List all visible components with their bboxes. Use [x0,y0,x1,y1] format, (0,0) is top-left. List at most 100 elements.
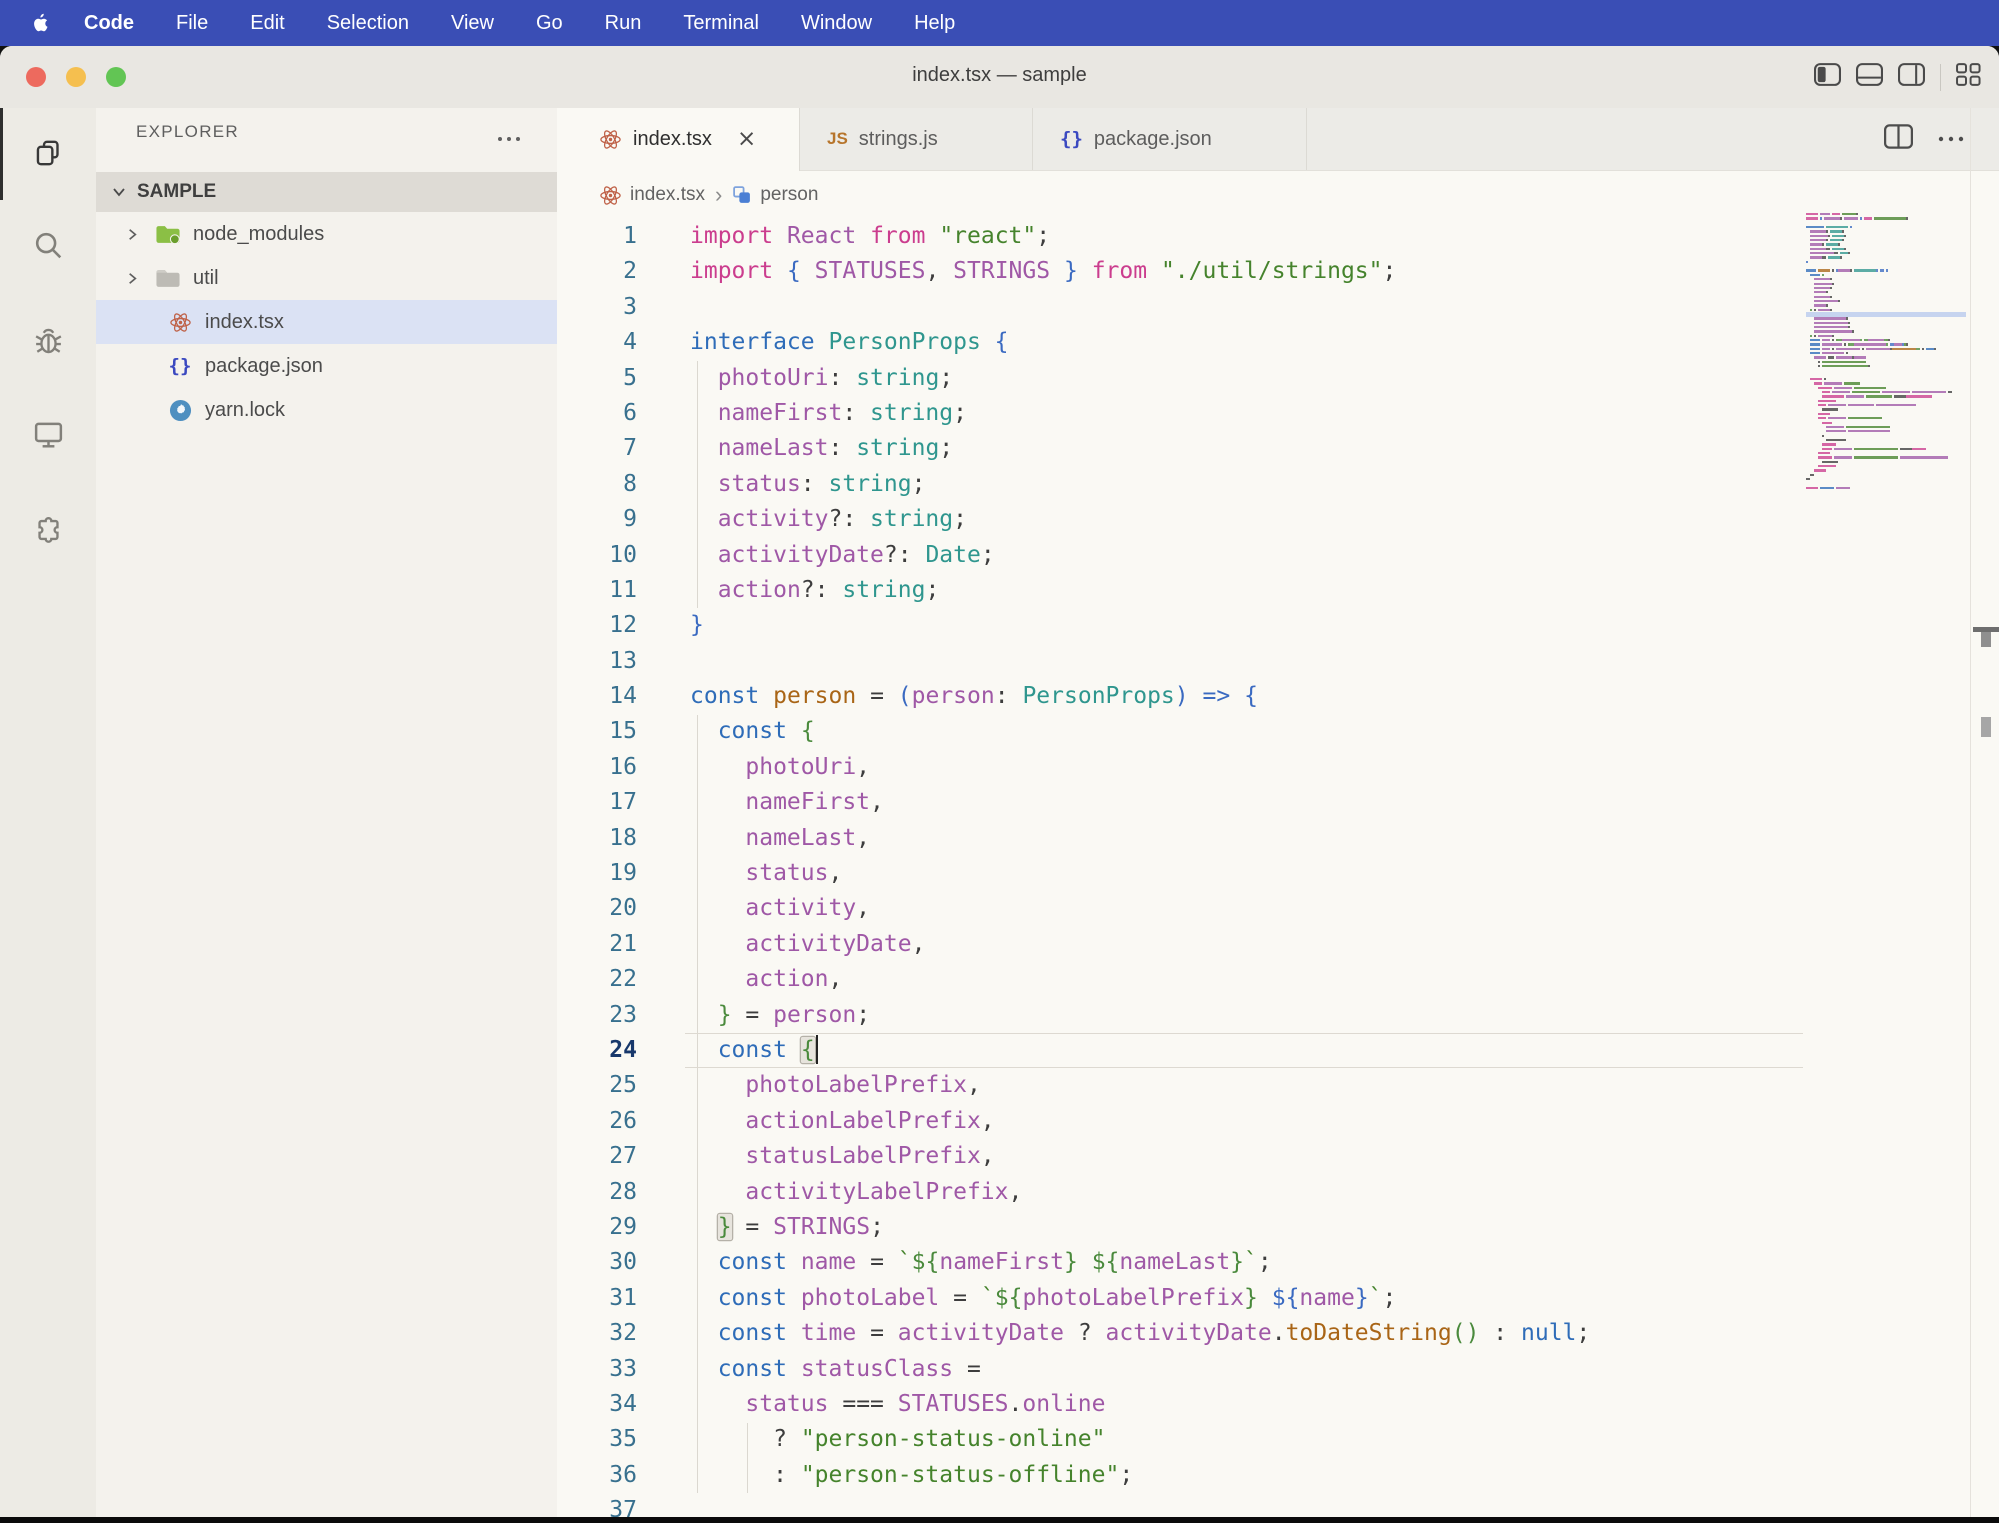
sidebar-item-yarn-lock[interactable]: yarn.lock [96,388,557,432]
toggle-panel-icon[interactable] [1856,63,1883,91]
code-line-25[interactable]: 25 photoLabelPrefix, [557,1068,1806,1103]
line-number[interactable]: 28 [557,1175,637,1210]
tab-strings-js[interactable]: JSstrings.js [800,108,1033,170]
line-number[interactable]: 25 [557,1068,637,1103]
line-number[interactable]: 27 [557,1139,637,1174]
code-line-32[interactable]: 32 const time = activityDate ? activityD… [557,1316,1806,1351]
overview-ruler[interactable] [1970,108,1999,1523]
line-number[interactable]: 22 [557,962,637,997]
menu-item-code[interactable]: Code [63,12,155,34]
code-line-33[interactable]: 33 const statusClass = [557,1352,1806,1387]
code-line-13[interactable]: 13 [557,644,1806,679]
code-line-14[interactable]: 14const person = (person: PersonProps) =… [557,679,1806,714]
code-line-28[interactable]: 28 activityLabelPrefix, [557,1175,1806,1210]
line-number[interactable]: 29 [557,1210,637,1245]
menu-item-edit[interactable]: Edit [229,12,305,34]
line-number[interactable]: 3 [557,290,637,325]
line-number[interactable]: 8 [557,467,637,502]
code-line-15[interactable]: 15 const { [557,714,1806,749]
menu-item-window[interactable]: Window [780,12,893,34]
line-number[interactable]: 18 [557,821,637,856]
code-line-18[interactable]: 18 nameLast, [557,821,1806,856]
breadcrumb-segment[interactable]: person [760,184,818,206]
code-line-12[interactable]: 12} [557,608,1806,643]
line-number[interactable]: 19 [557,856,637,891]
minimap[interactable] [1806,212,1966,494]
code-line-8[interactable]: 8 status: string; [557,467,1806,502]
close-tab-icon[interactable]: × [737,128,756,151]
extensions-icon[interactable] [24,505,72,553]
line-number[interactable]: 11 [557,573,637,608]
toggle-secondary-sidebar-icon[interactable] [1898,63,1925,91]
code-line-30[interactable]: 30 const name = `${nameFirst} ${nameLast… [557,1245,1806,1280]
search-icon[interactable] [24,221,72,269]
line-number[interactable]: 23 [557,998,637,1033]
explorer-more-actions-icon[interactable] [496,130,522,148]
code-line-24[interactable]: 24 const { [557,1033,1806,1068]
line-number[interactable]: 30 [557,1245,637,1280]
code-line-2[interactable]: 2import { STATUSES, STRINGS } from "./ut… [557,254,1806,289]
editor-more-actions-icon[interactable] [1937,130,1965,148]
code-line-7[interactable]: 7 nameLast: string; [557,431,1806,466]
breadcrumb-segment[interactable]: index.tsx [630,184,705,206]
menu-item-go[interactable]: Go [515,12,584,34]
toggle-sidebar-icon[interactable] [1814,63,1841,91]
menu-item-terminal[interactable]: Terminal [662,12,780,34]
code-line-4[interactable]: 4interface PersonProps { [557,325,1806,360]
code-line-16[interactable]: 16 photoUri, [557,750,1806,785]
code-line-19[interactable]: 19 status, [557,856,1806,891]
line-number[interactable]: 10 [557,538,637,573]
line-number[interactable]: 20 [557,891,637,926]
remote-monitor-icon[interactable] [24,410,72,458]
line-number[interactable]: 35 [557,1422,637,1457]
line-number[interactable]: 1 [557,219,637,254]
code-line-26[interactable]: 26 actionLabelPrefix, [557,1104,1806,1139]
sidebar-item-index-tsx[interactable]: index.tsx [96,300,557,344]
code-editor[interactable]: 1import React from "react";2import { STA… [557,219,1806,1523]
code-line-3[interactable]: 3 [557,290,1806,325]
code-line-11[interactable]: 11 action?: string; [557,573,1806,608]
line-number[interactable]: 6 [557,396,637,431]
menu-item-help[interactable]: Help [893,12,976,34]
sidebar-section-sample[interactable]: SAMPLE [96,172,557,212]
line-number[interactable]: 13 [557,644,637,679]
debug-icon[interactable] [24,316,72,364]
code-line-1[interactable]: 1import React from "react"; [557,219,1806,254]
line-number[interactable]: 26 [557,1104,637,1139]
line-number[interactable]: 33 [557,1352,637,1387]
line-number[interactable]: 15 [557,714,637,749]
line-number[interactable]: 31 [557,1281,637,1316]
line-number[interactable]: 7 [557,431,637,466]
code-line-6[interactable]: 6 nameFirst: string; [557,396,1806,431]
line-number[interactable]: 2 [557,254,637,289]
line-number[interactable]: 32 [557,1316,637,1351]
menu-item-file[interactable]: File [155,12,229,34]
code-line-5[interactable]: 5 photoUri: string; [557,361,1806,396]
line-number[interactable]: 36 [557,1458,637,1493]
line-number[interactable]: 9 [557,502,637,537]
sidebar-item-node-modules[interactable]: node_modules [96,212,557,256]
line-number[interactable]: 5 [557,361,637,396]
code-line-20[interactable]: 20 activity, [557,891,1806,926]
code-line-35[interactable]: 35 ? "person-status-online" [557,1422,1806,1457]
customize-layout-icon[interactable] [1956,63,1981,91]
sidebar-item-package-json[interactable]: {}package.json [96,344,557,388]
line-number[interactable]: 17 [557,785,637,820]
line-number[interactable]: 21 [557,927,637,962]
code-line-29[interactable]: 29 } = STRINGS; [557,1210,1806,1245]
code-line-17[interactable]: 17 nameFirst, [557,785,1806,820]
line-number[interactable]: 14 [557,679,637,714]
line-number[interactable]: 24 [557,1033,637,1068]
code-line-21[interactable]: 21 activityDate, [557,927,1806,962]
split-editor-icon[interactable] [1884,124,1913,154]
code-line-34[interactable]: 34 status === STATUSES.online [557,1387,1806,1422]
line-number[interactable]: 34 [557,1387,637,1422]
code-line-36[interactable]: 36 : "person-status-offline"; [557,1458,1806,1493]
apple-logo-icon[interactable] [30,12,49,34]
line-number[interactable]: 16 [557,750,637,785]
menu-item-selection[interactable]: Selection [306,12,430,34]
tab-package-json[interactable]: {}package.json [1033,108,1307,170]
code-line-27[interactable]: 27 statusLabelPrefix, [557,1139,1806,1174]
code-line-23[interactable]: 23 } = person; [557,998,1806,1033]
code-line-9[interactable]: 9 activity?: string; [557,502,1806,537]
